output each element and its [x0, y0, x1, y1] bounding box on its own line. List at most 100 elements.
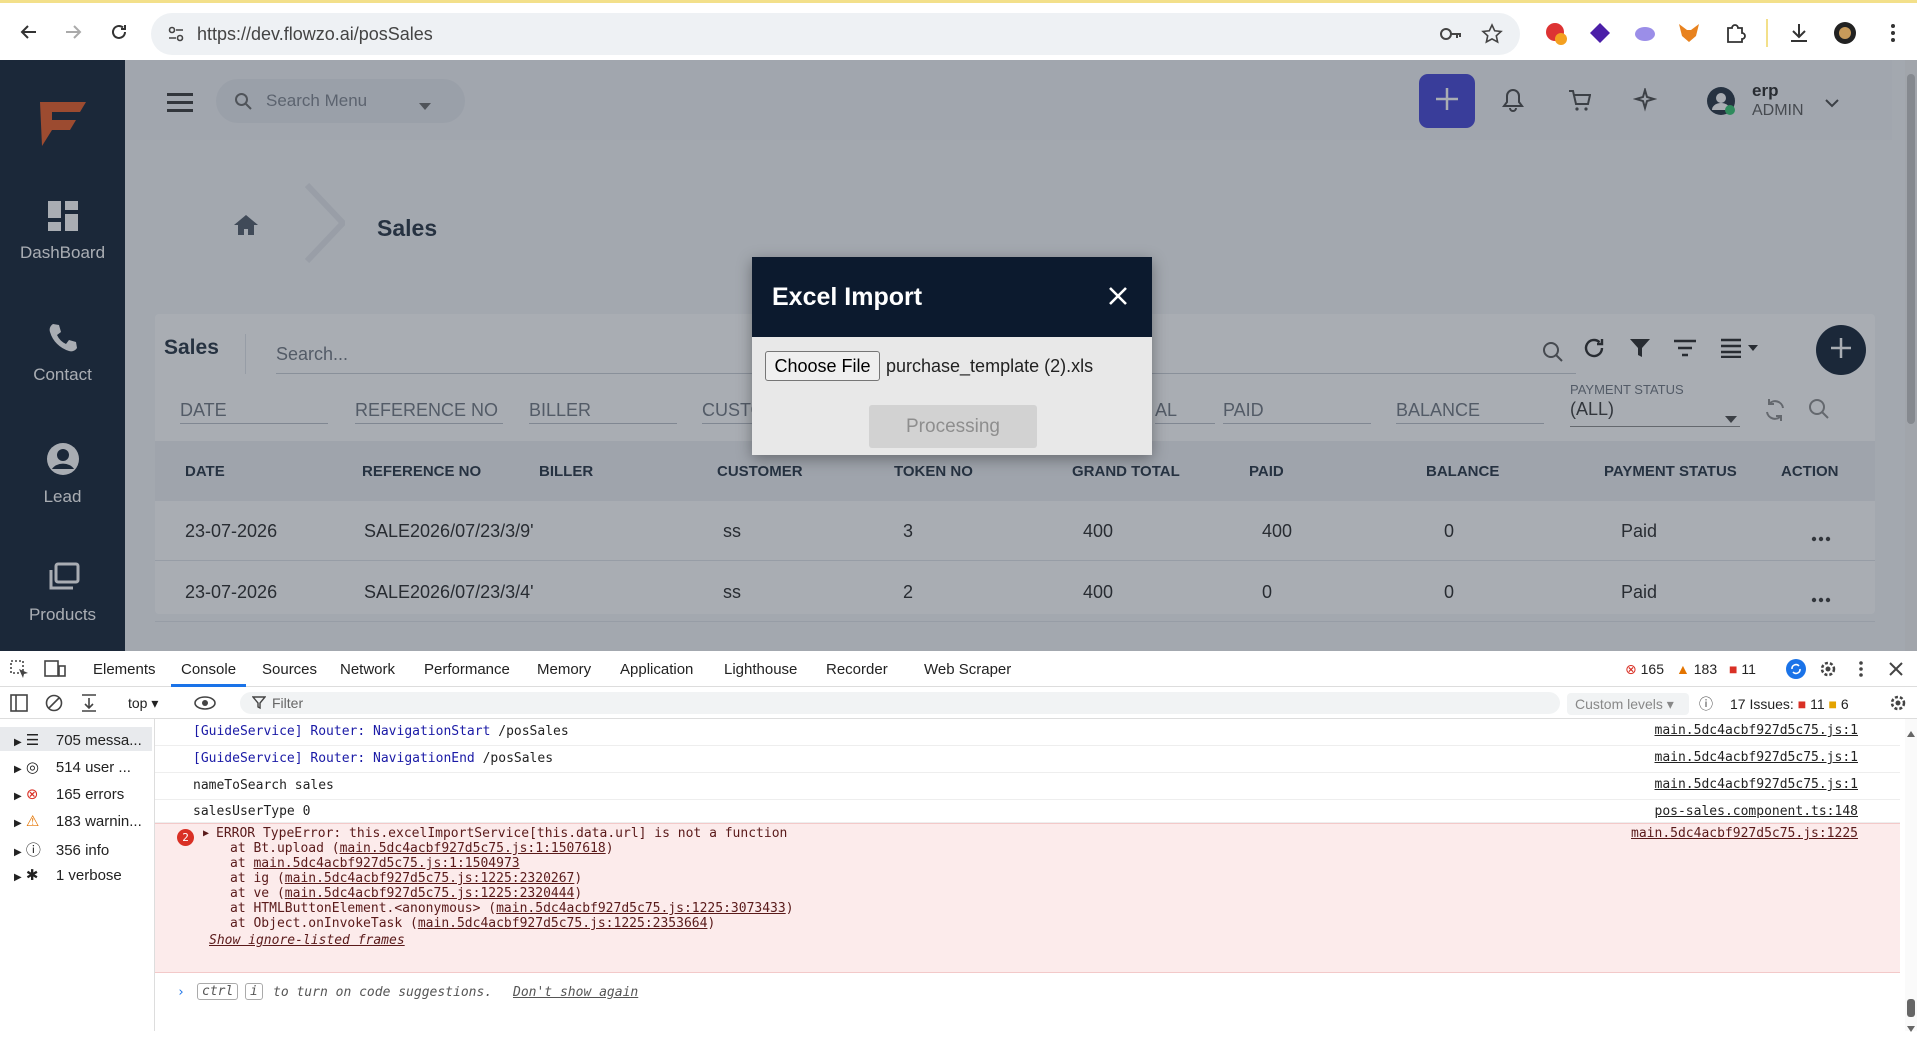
stack-frame-prefix: at ig ( [230, 871, 285, 886]
processing-button[interactable]: Processing [869, 405, 1037, 448]
message-source-link[interactable]: main.5dc4acbf927d5c75.js:1 [1655, 723, 1859, 738]
console-filter-warnings[interactable]: ▶ ⚠ 183 warnin... [14, 812, 142, 830]
scroll-up-arrow-icon[interactable] [1907, 725, 1915, 737]
error-counter[interactable]: ⊗ 165 [1625, 661, 1664, 678]
user-icon: ◎ [25, 759, 39, 776]
extension-red-icon[interactable] [1543, 20, 1569, 46]
tab-console[interactable]: Console [181, 661, 236, 678]
issues-counter[interactable]: 17 Issues: ■ 11 ■ 6 [1730, 696, 1849, 712]
tab-performance[interactable]: Performance [424, 661, 510, 678]
message-source-link[interactable]: main.5dc4acbf927d5c75.js:1 [1655, 777, 1859, 792]
preserve-log-icon[interactable] [80, 693, 98, 718]
stack-frame-prefix: at Bt.upload ( [230, 841, 340, 856]
selected-file-name: purchase_template (2).xls [886, 356, 1094, 376]
i-key-badge: i [245, 983, 263, 1000]
tab-application[interactable]: Application [620, 661, 693, 678]
close-devtools-icon[interactable] [1888, 661, 1904, 682]
inspect-element-icon[interactable] [10, 660, 30, 683]
devtools-menu-icon[interactable] [1858, 660, 1864, 683]
back-icon[interactable] [14, 17, 44, 47]
list-icon: ☰ [25, 732, 40, 749]
device-toggle-icon[interactable] [44, 660, 66, 683]
console-filter-all-messages[interactable]: ▶ ☰ 705 messa... [14, 731, 142, 749]
console-message[interactable]: salesUserType 0 pos-sales.component.ts:1… [155, 800, 1900, 823]
expand-arrow-icon: ▶ [14, 872, 22, 883]
filter-icon [251, 696, 267, 715]
reload-icon[interactable] [104, 17, 134, 47]
sidebar-toggle-icon[interactable] [10, 694, 28, 717]
stack-frame-link[interactable]: main.5dc4acbf927d5c75.js:1:1504973 [253, 856, 519, 871]
stack-frame-link[interactable]: main.5dc4acbf927d5c75.js:1225:2353664 [418, 916, 708, 931]
log-levels-select[interactable]: Custom levels ▾ [1567, 693, 1689, 715]
browser-menu-icon[interactable] [1880, 20, 1906, 46]
expand-arrow-icon[interactable]: ▶ [203, 828, 209, 839]
console-message[interactable]: [GuideService] Router: NavigationStart /… [155, 719, 1900, 746]
stack-frame-suffix: ) [574, 886, 583, 901]
clear-console-icon[interactable] [45, 694, 63, 717]
console-sidebar: ▶ ☰ 705 messa... ▶ ◎ 514 user ... ▶ ⊗ 165 e… [0, 719, 155, 1031]
tab-sources[interactable]: Sources [262, 661, 317, 678]
console-message[interactable]: nameToSearch sales main.5dc4acbf927d5c75… [155, 773, 1900, 800]
message-body: /posSales [498, 724, 569, 739]
scroll-down-arrow-icon[interactable] [1907, 1021, 1915, 1032]
dont-show-again-link[interactable]: Don't show again [513, 985, 638, 1000]
show-ignore-listed-frames-link[interactable]: Show ignore-listed frames [209, 933, 405, 948]
download-icon[interactable] [1786, 20, 1812, 46]
profile-avatar-icon[interactable] [1832, 20, 1858, 46]
console-filter-user-messages[interactable]: ▶ ◎ 514 user ... [14, 758, 131, 776]
choose-file-button[interactable]: Choose File [765, 351, 880, 381]
console-filter-input[interactable]: Filter [240, 692, 1560, 714]
extension-cloud-icon[interactable] [1632, 20, 1658, 46]
message-body: nameToSearch sales [193, 778, 334, 793]
warning-counter[interactable]: ▲ 183 [1676, 661, 1717, 677]
console-message[interactable]: [GuideService] Router: NavigationEnd /po… [155, 746, 1900, 773]
bookmark-star-icon[interactable] [1481, 23, 1503, 50]
message-source-link[interactable]: main.5dc4acbf927d5c75.js:1 [1655, 750, 1859, 765]
address-bar[interactable]: https://dev.flowzo.ai/posSales [151, 13, 1520, 55]
settings-gear-icon[interactable] [1818, 659, 1838, 684]
site-settings-icon[interactable] [167, 25, 185, 48]
info-icon: ⓘ [1699, 696, 1713, 712]
dialog-header: Excel Import [752, 257, 1152, 337]
stack-frame-link[interactable]: main.5dc4acbf927d5c75.js:1225:2320267 [285, 871, 575, 886]
forward-icon[interactable] [58, 17, 88, 47]
tab-network[interactable]: Network [340, 661, 395, 678]
tab-lighthouse[interactable]: Lighthouse [724, 661, 797, 678]
console-filter-errors[interactable]: ▶ ⊗ 165 errors [14, 785, 124, 803]
sidebar-filter-label: 183 warnin... [55, 813, 142, 830]
context-select[interactable]: top ▾ [128, 695, 158, 712]
log-levels-value: Custom levels [1575, 696, 1663, 712]
stack-frame-link[interactable]: main.5dc4acbf927d5c75.js:1225:2320444 [285, 886, 575, 901]
message-source-link[interactable]: pos-sales.component.ts:148 [1655, 804, 1859, 819]
console-scrollbar-thumb[interactable] [1907, 999, 1915, 1017]
tab-elements[interactable]: Elements [93, 661, 156, 678]
issue-counter[interactable]: ■ 11 [1729, 661, 1756, 677]
console-prompt[interactable]: › ctrl i to turn on code suggestions. Do… [155, 976, 1900, 1010]
extension-fox-icon[interactable] [1676, 20, 1702, 46]
stack-frame: at Bt.upload (main.5dc4acbf927d5c75.js:1… [230, 841, 614, 856]
extension-purple-icon[interactable] [1587, 20, 1613, 46]
console-scrollbar[interactable] [1905, 719, 1917, 1032]
expand-arrow-icon: ▶ [14, 791, 22, 802]
close-icon[interactable] [1104, 282, 1132, 310]
bug-icon: ✱ [25, 867, 39, 884]
console-filter-verbose[interactable]: ▶ ✱ 1 verbose [14, 866, 122, 884]
error-source-link[interactable]: main.5dc4acbf927d5c75.js:1225 [1631, 826, 1858, 841]
stack-frame-link[interactable]: main.5dc4acbf927d5c75.js:1225:3073433 [496, 901, 786, 916]
stack-frame-prefix: at ve ( [230, 886, 285, 901]
context-value: top [128, 695, 148, 711]
issues-info-count: 6 [1840, 696, 1849, 712]
tab-web-scraper[interactable]: Web Scraper [924, 661, 1011, 678]
filter-placeholder: Filter [272, 695, 304, 711]
console-settings-icon[interactable] [1888, 693, 1908, 718]
console-filter-info[interactable]: ▶ ⓘ 356 info [14, 839, 109, 860]
console-error-message[interactable]: 2 ▶ ERROR TypeError: this.excelImportSer… [155, 823, 1900, 973]
tab-memory[interactable]: Memory [537, 661, 591, 678]
browser-toolbar: https://dev.flowzo.ai/posSales [0, 0, 1917, 60]
sync-icon[interactable] [1785, 658, 1807, 685]
extensions-puzzle-icon[interactable] [1722, 20, 1748, 46]
tab-recorder[interactable]: Recorder [826, 661, 888, 678]
live-expression-eye-icon[interactable] [193, 695, 217, 716]
stack-frame-link[interactable]: main.5dc4acbf927d5c75.js:1:1507618 [340, 841, 606, 856]
password-key-icon[interactable] [1439, 25, 1463, 48]
